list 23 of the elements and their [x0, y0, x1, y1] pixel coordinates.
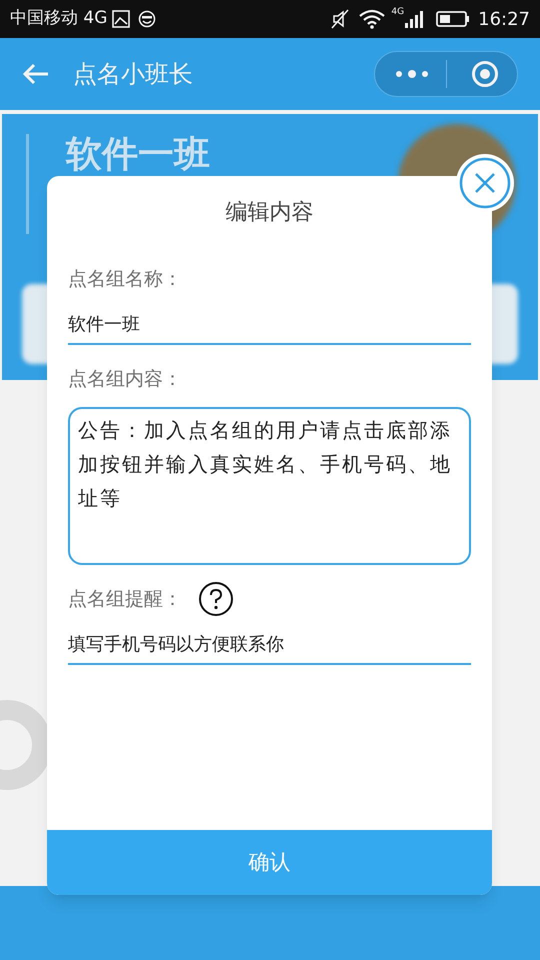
input-field[interactable]: 填写手机号码以方便联系你	[68, 625, 471, 665]
smiley-icon	[138, 10, 156, 28]
carrier-text: 中国移动 4G	[10, 7, 108, 30]
mute-icon	[331, 9, 350, 29]
help-icon[interactable]	[198, 581, 234, 617]
battery-icon	[436, 10, 470, 28]
image-icon	[112, 10, 130, 28]
close-icon[interactable]	[455, 153, 515, 213]
card-title: 软件一班	[66, 133, 210, 177]
signal-icon	[404, 10, 424, 28]
nav-title: 点名小班长	[73, 59, 193, 90]
close-target-icon[interactable]	[471, 60, 499, 88]
more-icon[interactable]	[395, 69, 429, 79]
dialog-title: 编辑内容	[226, 199, 314, 227]
field-label: 点名组内容：	[68, 366, 182, 392]
content-textarea[interactable]: 公告：加入点名组的用户请点击底部添加按钮并输入真实姓名、手机号码、地址等	[68, 407, 471, 565]
field-label: 点名组提醒：	[68, 586, 182, 612]
network-type-text: 4G	[391, 6, 404, 19]
wifi-icon	[359, 9, 386, 29]
field-label: 点名组名称：	[68, 266, 182, 292]
clock-text: 16:27	[478, 8, 530, 32]
back-arrow-icon[interactable]	[22, 62, 50, 86]
input-field[interactable]: 软件一班	[68, 305, 471, 345]
